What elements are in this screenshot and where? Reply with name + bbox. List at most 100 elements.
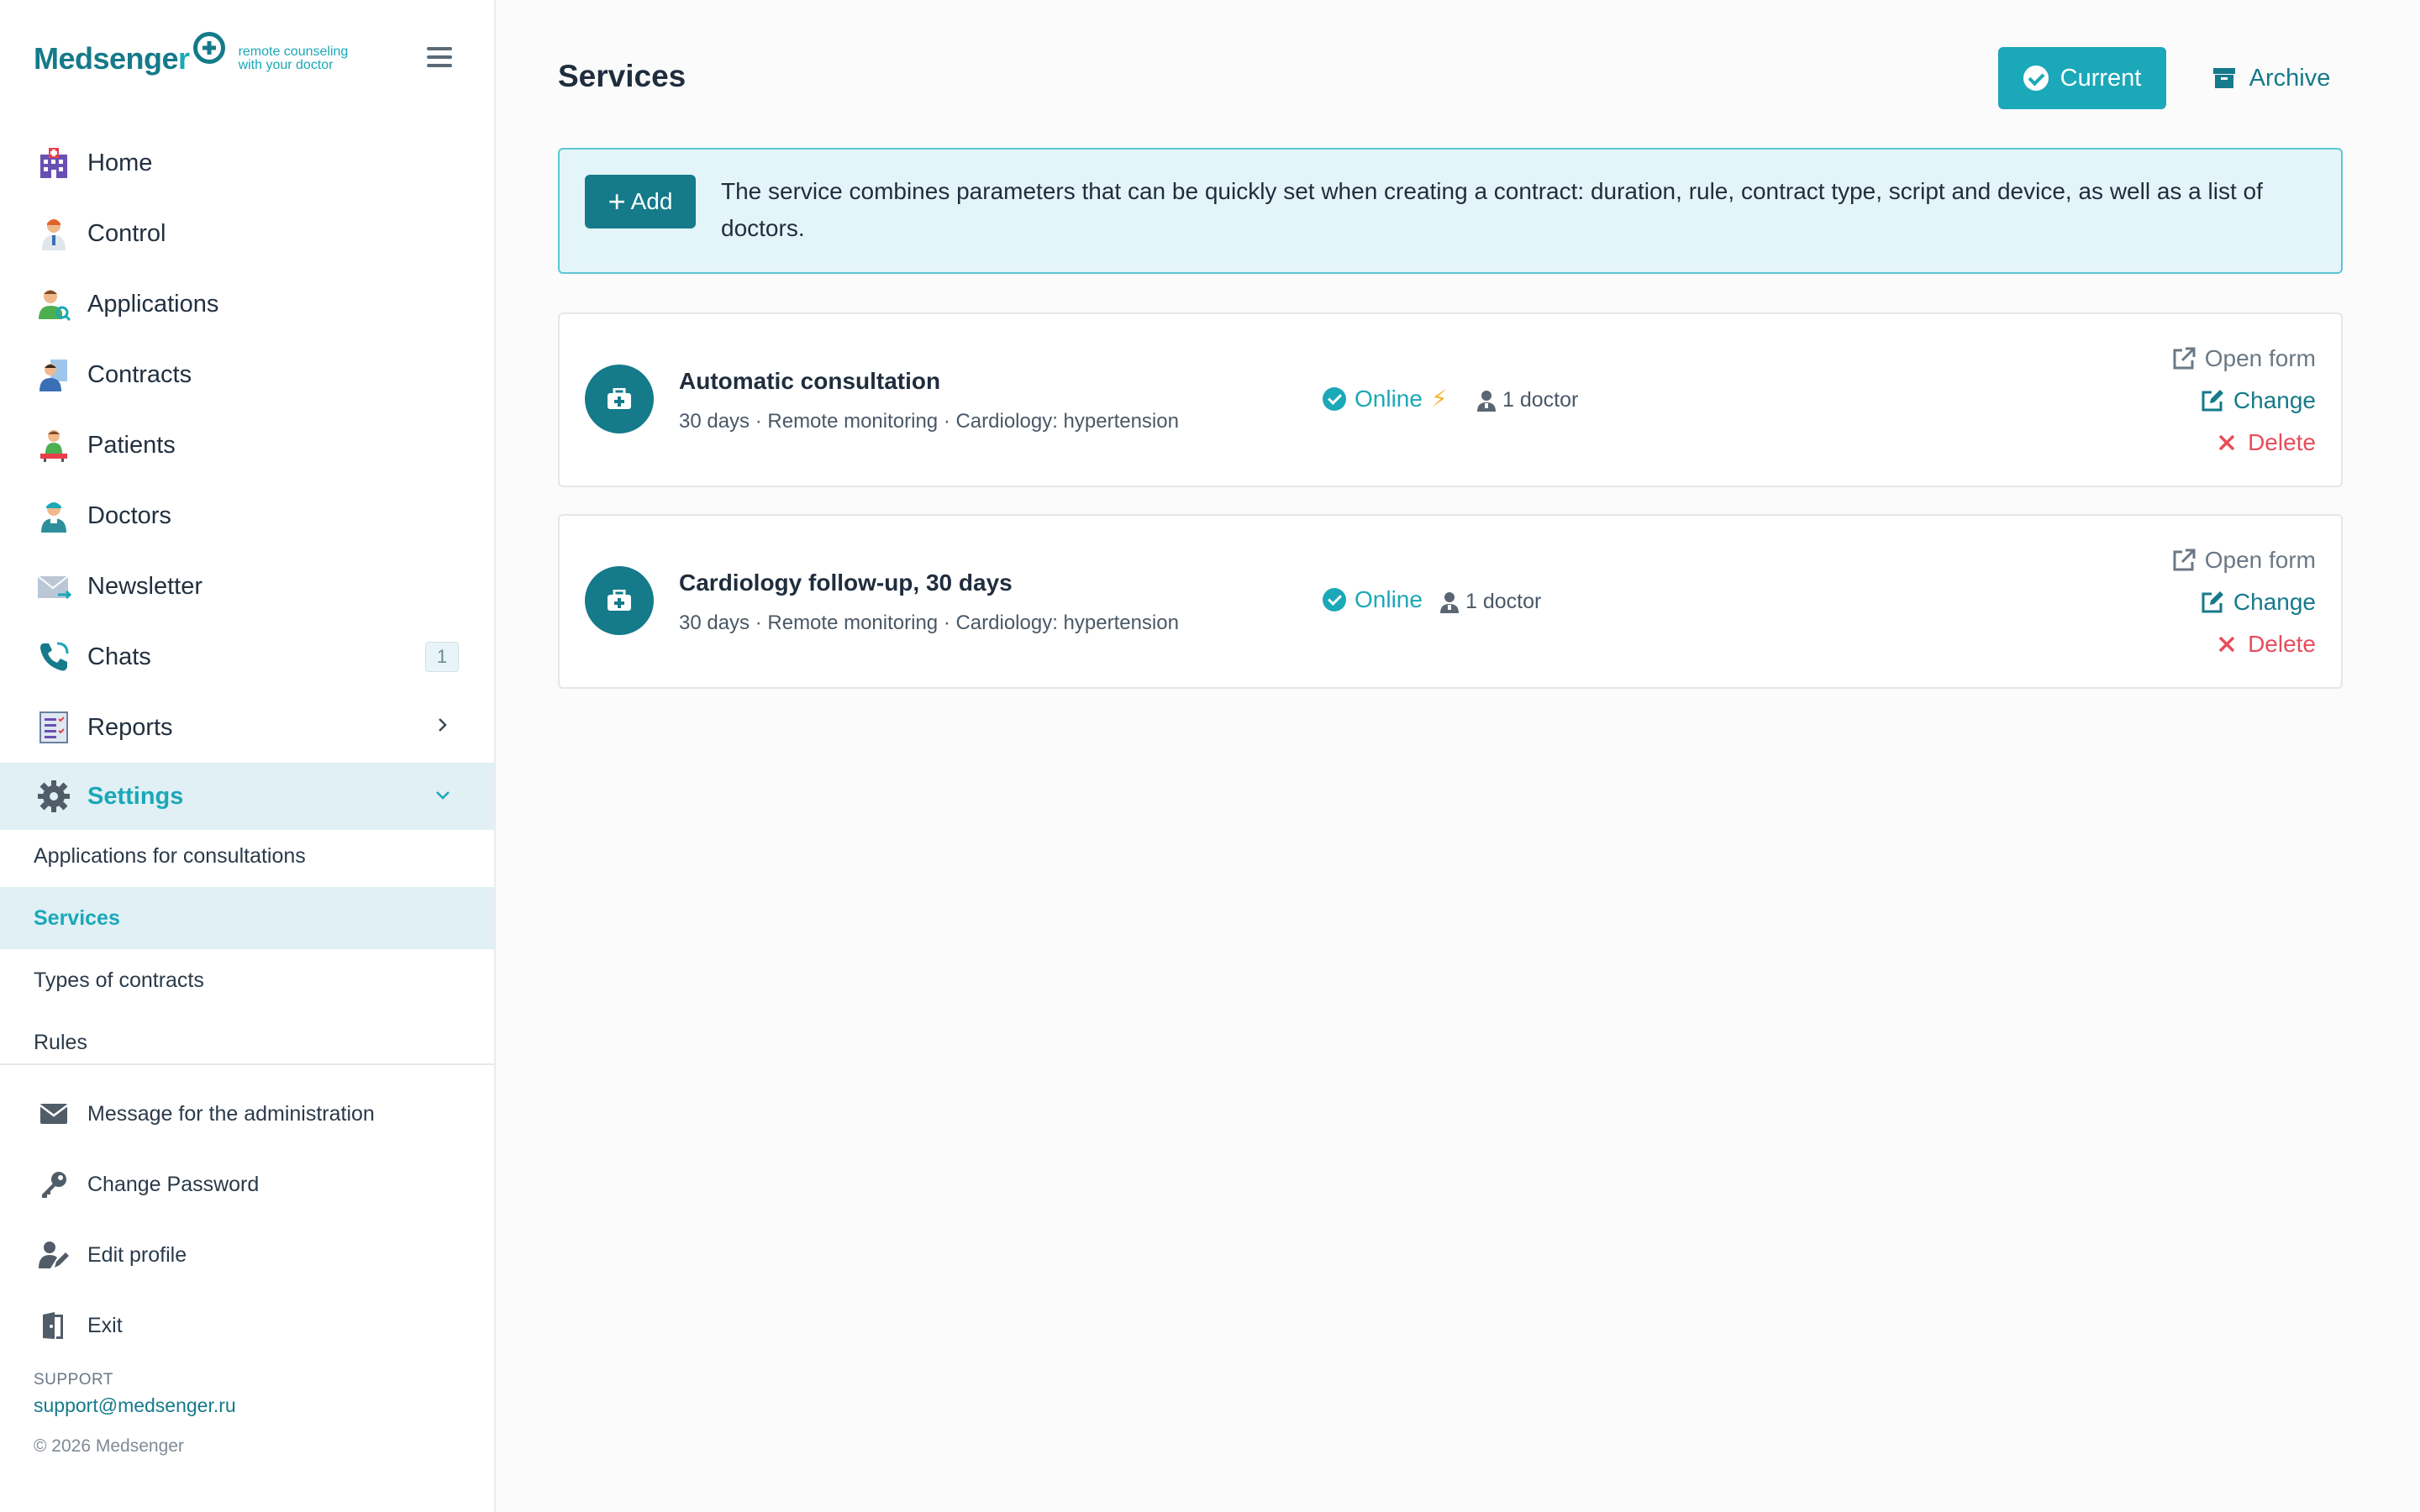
plus-icon: +	[608, 184, 626, 218]
nav-item-contracts[interactable]: Contracts	[0, 339, 494, 410]
archive-filter-label: Archive	[2249, 64, 2331, 92]
nav-label: Newsletter	[87, 572, 203, 600]
service-actions: Open form Change Delete	[2171, 338, 2316, 464]
doctor-person-icon	[1477, 390, 1496, 412]
support-email-link[interactable]: support@medsenger.ru	[34, 1394, 236, 1417]
delete-service-button[interactable]: Delete	[2171, 623, 2316, 665]
add-service-label: Add	[630, 188, 673, 214]
nav-item-patients[interactable]: Patients	[0, 410, 494, 480]
medical-kit-icon	[585, 566, 654, 635]
nav-label: Doctors	[87, 501, 171, 529]
service-title: Automatic consultation	[679, 368, 941, 394]
status-label: Online	[1355, 586, 1423, 612]
gear-icon	[35, 778, 72, 815]
change-label: Change	[2233, 589, 2316, 615]
archive-box-icon	[2212, 68, 2235, 88]
account-menu: Message for the administration Change Pa…	[0, 1079, 494, 1361]
brand-logo[interactable]: Medsenger remote counseling with your doc…	[34, 32, 365, 84]
change-service-button[interactable]: Change	[2171, 380, 2316, 422]
copyright: © 2026 Medsenger	[34, 1436, 184, 1456]
aux-label: Message for the administration	[87, 1101, 375, 1126]
check-circle-icon	[1323, 588, 1346, 612]
medical-kit-icon	[585, 365, 654, 433]
brand-tagline: remote counseling with your doctor	[238, 45, 349, 72]
aux-item-change-password[interactable]: Change Password	[0, 1149, 494, 1220]
unread-badge: 1	[425, 642, 459, 672]
aux-label: Exit	[87, 1313, 123, 1337]
edit-icon	[2202, 591, 2223, 613]
doctor-icon	[35, 215, 72, 252]
settings-subnav: Applications for consultations Services …	[0, 825, 494, 1074]
nav-item-control[interactable]: Control	[0, 198, 494, 269]
service-card: Automatic consultation 30 days · Remote …	[558, 312, 2343, 487]
aux-item-message-admin[interactable]: Message for the administration	[0, 1079, 494, 1149]
change-service-button[interactable]: Change	[2171, 581, 2316, 623]
chevron-down-icon	[436, 791, 450, 800]
archive-filter-button[interactable]: Archive	[2200, 47, 2343, 109]
nav-item-home[interactable]: Home	[0, 128, 494, 198]
current-filter-label: Current	[2060, 64, 2142, 92]
envelope-icon	[37, 1097, 71, 1131]
hamburger-menu-icon[interactable]	[427, 47, 452, 67]
phone-icon	[35, 638, 72, 675]
page-title: Services	[558, 59, 687, 93]
hospital-icon	[35, 144, 72, 181]
delete-label: Delete	[2248, 631, 2316, 657]
nav-label: Settings	[87, 782, 184, 810]
nav-label: Control	[87, 219, 166, 247]
plus-bubble-icon	[192, 32, 225, 64]
aux-label: Change Password	[87, 1172, 260, 1196]
brand-name: Medsenger	[34, 41, 190, 76]
change-label: Change	[2233, 387, 2316, 413]
user-edit-icon	[37, 1238, 71, 1272]
nav-item-newsletter[interactable]: Newsletter	[0, 551, 494, 622]
open-form-label: Open form	[2204, 547, 2316, 573]
nav-item-chats[interactable]: Chats 1	[0, 622, 494, 692]
nav-item-doctors[interactable]: Doctors	[0, 480, 494, 551]
sidebar: Medsenger remote counseling with your doc…	[0, 0, 496, 1512]
nav-label: Contracts	[87, 360, 192, 388]
close-icon	[2218, 636, 2235, 653]
support-block: SUPPORT support@medsenger.ru	[34, 1371, 236, 1417]
subnav-item-applications-for-consultations[interactable]: Applications for consultations	[0, 825, 494, 887]
report-icon	[35, 709, 72, 746]
service-actions: Open form Change Delete	[2171, 539, 2316, 665]
exit-icon	[37, 1309, 71, 1342]
nav-item-settings[interactable]: Settings	[0, 763, 494, 830]
service-details: 30 days · Remote monitoring · Cardiology…	[679, 612, 1179, 634]
aux-item-exit[interactable]: Exit	[0, 1290, 494, 1361]
edit-icon	[2202, 390, 2223, 412]
subnav-item-services[interactable]: Services	[0, 887, 494, 949]
nav-label: Home	[87, 149, 153, 176]
patient-icon	[35, 427, 72, 464]
lightning-icon: ⚡	[1430, 386, 1448, 412]
info-text: The service combines parameters that can…	[721, 178, 2263, 241]
nav-item-applications[interactable]: Applications	[0, 269, 494, 339]
doctor-count-label: 1 doctor	[1502, 388, 1579, 412]
doctor-person-icon	[1440, 591, 1459, 613]
current-filter-button[interactable]: Current	[1998, 47, 2166, 109]
service-title: Cardiology follow-up, 30 days	[679, 570, 1013, 596]
aux-item-edit-profile[interactable]: Edit profile	[0, 1220, 494, 1290]
open-form-link[interactable]: Open form	[2171, 539, 2316, 581]
nav-label: Chats	[87, 643, 151, 670]
service-status: Online	[1323, 586, 1423, 613]
contract-icon	[35, 356, 72, 393]
main-nav: Home Control Applications Contracts Pati…	[0, 128, 494, 830]
service-status: Online ⚡	[1323, 385, 1448, 412]
check-circle-icon	[1323, 386, 1346, 411]
service-doctor-count: 1 doctor	[1439, 590, 1541, 614]
app-root: Medsenger remote counseling with your doc…	[0, 0, 2420, 1512]
check-circle-icon	[2023, 66, 2049, 91]
sidebar-divider	[0, 1063, 494, 1065]
nav-item-reports[interactable]: Reports	[0, 692, 494, 763]
nav-label: Applications	[87, 290, 219, 318]
add-service-button[interactable]: + Add	[585, 175, 696, 228]
external-link-icon	[2173, 549, 2196, 571]
service-details: 30 days · Remote monitoring · Cardiology…	[679, 410, 1179, 433]
delete-service-button[interactable]: Delete	[2171, 422, 2316, 464]
open-form-link[interactable]: Open form	[2171, 338, 2316, 380]
doctor-count-label: 1 doctor	[1465, 590, 1542, 613]
service-doctor-count: 1 doctor	[1476, 388, 1578, 412]
subnav-item-types-of-contracts[interactable]: Types of contracts	[0, 949, 494, 1011]
